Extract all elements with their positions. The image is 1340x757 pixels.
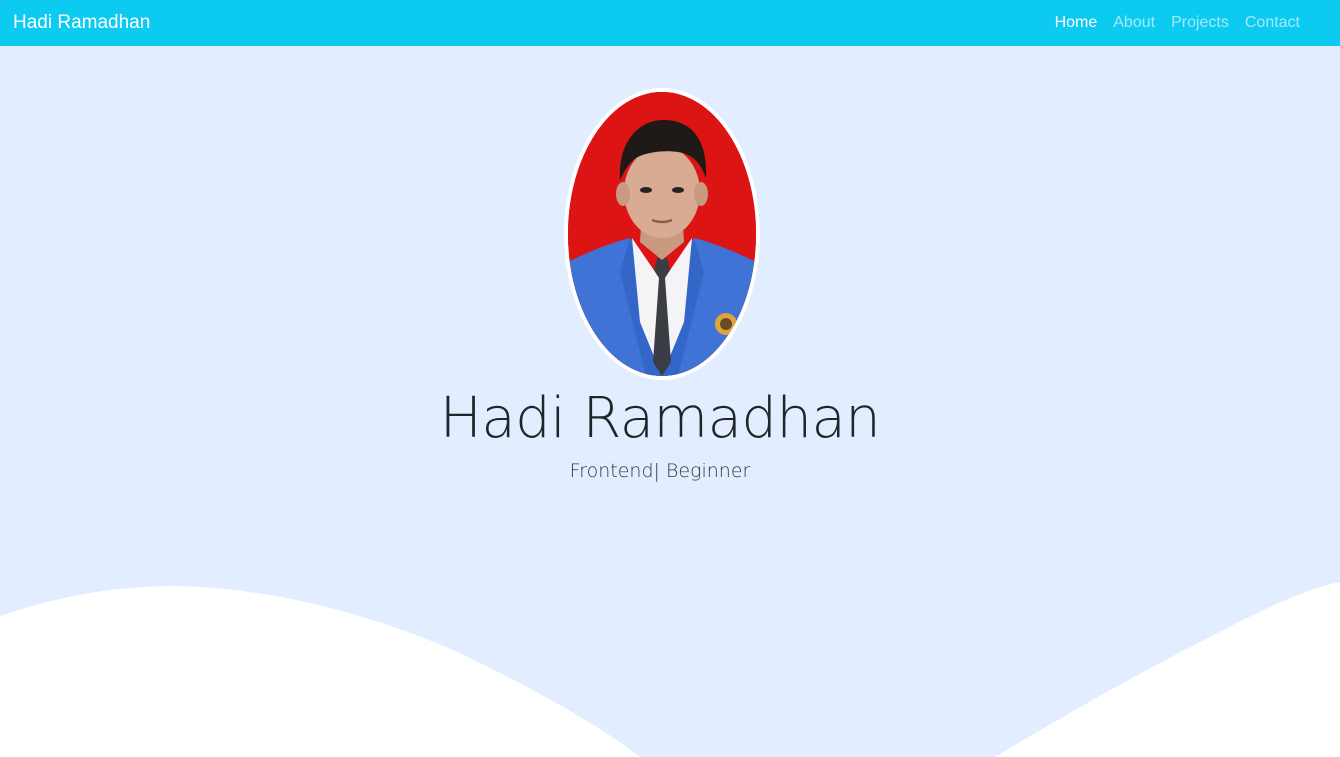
nav-link-about[interactable]: About <box>1105 14 1163 32</box>
profile-photo <box>564 88 760 380</box>
hero-name: Hadi Ramadhan <box>439 386 881 451</box>
nav-link-projects[interactable]: Projects <box>1163 14 1237 32</box>
profile-photo-image <box>568 92 756 376</box>
hero-section: Hadi Ramadhan Frontend| Beginner <box>0 46 1340 757</box>
navbar-brand[interactable]: Hadi Ramadhan <box>13 12 150 34</box>
nav-links: Home About Projects Contact <box>1047 14 1308 32</box>
nav-link-home[interactable]: Home <box>1047 14 1106 32</box>
hero-tagline: Frontend| Beginner <box>569 460 751 482</box>
nav-link-contact[interactable]: Contact <box>1237 14 1308 32</box>
navbar: Hadi Ramadhan Home About Projects Contac… <box>0 0 1340 46</box>
